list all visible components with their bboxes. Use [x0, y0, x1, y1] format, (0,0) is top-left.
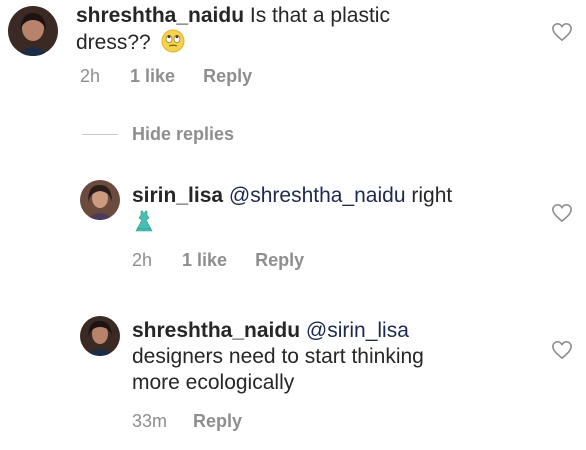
mention-link[interactable]: @shreshtha_naidu — [229, 184, 406, 207]
reply-username[interactable]: shreshtha_naidu — [132, 319, 300, 342]
heart-outline-icon[interactable] — [551, 203, 573, 223]
reply-button[interactable]: Reply — [193, 411, 242, 432]
reply-time: 33m — [132, 411, 168, 431]
dress-emoji-icon — [132, 209, 156, 233]
reply-meta: 2h 1 like Reply — [132, 250, 304, 271]
comment-text: shreshtha_naidu Is that a plastic dress?… — [76, 3, 506, 56]
avatar[interactable] — [8, 6, 58, 56]
comment-body-line2: dress?? — [76, 31, 151, 54]
hide-replies-button[interactable]: Hide replies — [82, 124, 234, 145]
reply-meta: 33m Reply — [132, 411, 242, 432]
hide-replies-label: Hide replies — [132, 124, 235, 144]
reply-time: 2h — [132, 250, 153, 270]
comment-meta: 2h 1 like Reply — [80, 66, 252, 87]
reply-button[interactable]: Reply — [255, 250, 304, 271]
reply-text: sirin_lisa @shreshtha_naidu right — [132, 183, 552, 236]
eye-roll-emoji-icon — [161, 29, 185, 53]
comment-time: 2h — [80, 66, 101, 86]
comment-username[interactable]: shreshtha_naidu — [76, 4, 244, 27]
reply-button[interactable]: Reply — [203, 66, 252, 87]
comments-thread: shreshtha_naidu Is that a plastic dress?… — [0, 0, 586, 450]
comment-body: Is that a plastic — [249, 4, 390, 27]
reply-body-line3: more ecologically — [132, 371, 295, 394]
comment-likes[interactable]: 1 like — [130, 66, 175, 87]
heart-outline-icon[interactable] — [551, 340, 573, 360]
heart-outline-icon[interactable] — [551, 22, 573, 42]
reply-body: right — [411, 184, 453, 207]
avatar[interactable] — [80, 316, 120, 356]
reply-likes[interactable]: 1 like — [182, 250, 227, 271]
divider — [82, 134, 118, 135]
avatar[interactable] — [80, 180, 120, 220]
reply-username[interactable]: sirin_lisa — [132, 184, 223, 207]
reply-body-line2: designers need to start thinking — [132, 345, 424, 368]
mention-link[interactable]: @sirin_lisa — [306, 319, 409, 342]
reply-text: shreshtha_naidu @sirin_lisa designers ne… — [132, 318, 552, 396]
